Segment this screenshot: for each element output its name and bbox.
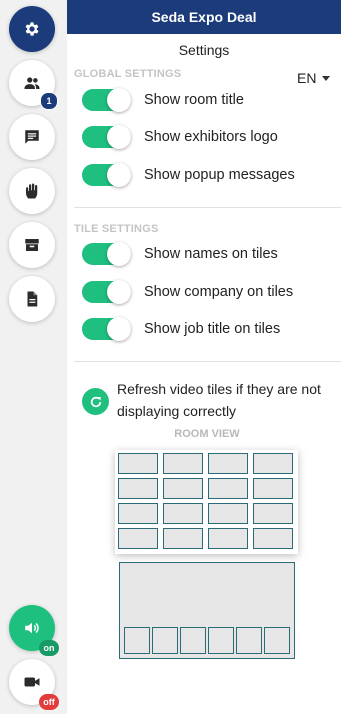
grid-preview-tile [163,453,203,474]
document-icon [27,291,38,307]
section-divider [74,207,341,208]
show-job-title-toggle[interactable] [82,317,131,341]
setting-label: Show job title on tiles [144,321,281,337]
refresh-tiles-button[interactable] [82,388,109,415]
setting-row-show-exhibitors-logo: Show exhibitors logo [82,125,278,149]
show-popup-messages-toggle[interactable] [82,163,131,187]
setting-row-show-job-title: Show job title on tiles [82,317,280,341]
people-icon [24,77,40,89]
toggle-knob [107,242,131,266]
grid-layout-option[interactable] [115,450,298,554]
setting-row-show-company: Show company on tiles [82,280,293,304]
camera-icon [24,677,40,687]
panel-title: Settings [178,42,230,58]
video-state-badge: off [39,694,59,710]
section-divider [74,361,341,362]
speaker-preview-thumbnail [152,627,178,654]
grid-preview-tile [253,453,293,474]
setting-label: Show exhibitors logo [144,129,278,145]
participants-count-badge: 1 [40,92,58,110]
speaker-preview-thumbnail [180,627,206,654]
hand-icon [26,183,38,199]
toggle-knob [107,88,131,112]
video-toggle-button[interactable]: off [9,659,59,710]
speaker-preview-thumbnail [124,627,150,654]
show-room-title-toggle[interactable] [82,88,131,112]
show-names-toggle[interactable] [82,242,131,266]
refresh-tiles-text: Refresh video tiles if they are not disp… [117,381,321,419]
speaker-preview-thumbnail [264,627,290,654]
room-view-heading: ROOM VIEW [174,428,240,440]
inbox-icon [25,239,39,251]
grid-preview-tile [208,503,248,524]
grid-preview-tile [208,453,248,474]
global-settings-heading: GLOBAL SETTINGS [74,68,182,80]
room-title-bar: Seda Expo Deal [67,0,341,34]
grid-preview-tile [208,478,248,499]
toggle-knob [107,125,131,149]
grid-preview-tile [118,528,158,549]
exhibitors-button[interactable] [9,222,55,268]
setting-label: Show room title [144,92,244,108]
grid-preview-tile [253,478,293,499]
toggle-knob [107,163,131,187]
show-company-toggle[interactable] [82,280,131,304]
setting-row-show-room-title: Show room title [82,88,244,112]
speaker-icon [25,622,39,634]
audio-toggle-button[interactable]: on [9,605,59,656]
setting-label: Show company on tiles [144,284,294,300]
grid-preview-tile [253,528,293,549]
toggle-knob [107,280,131,304]
refresh-icon [90,396,101,407]
documents-button[interactable] [9,276,55,322]
raise-hand-button[interactable] [9,168,55,214]
speaker-layout-option[interactable] [119,562,295,659]
grid-preview-tile [253,503,293,524]
left-sidebar: 1 on off [0,0,67,714]
toggle-knob [107,317,131,341]
speaker-preview-thumbnail [236,627,262,654]
grid-preview-tile [163,503,203,524]
gear-icon [25,22,39,36]
setting-label: Show popup messages [144,167,295,183]
grid-preview-tile [208,528,248,549]
settings-button[interactable] [9,6,55,52]
grid-preview-tile [118,453,158,474]
caret-down-icon [322,75,331,81]
chat-button[interactable] [9,114,55,160]
language-value: EN [297,70,317,86]
grid-preview-tile [118,503,158,524]
show-exhibitors-logo-toggle[interactable] [82,125,131,149]
setting-label: Show names on tiles [144,246,278,262]
audio-state-badge: on [39,640,59,656]
grid-preview-tile [118,478,158,499]
speaker-preview-thumbnail [208,627,234,654]
language-select[interactable]: EN [297,70,331,86]
setting-row-show-popup-messages: Show popup messages [82,163,295,187]
participants-button[interactable]: 1 [9,60,58,110]
grid-preview-tile [163,528,203,549]
grid-preview-tile [163,478,203,499]
tile-settings-heading: TILE SETTINGS [74,223,159,235]
setting-row-show-names: Show names on tiles [82,242,278,266]
chat-icon [25,130,39,144]
room-title: Seda Expo Deal [151,9,257,25]
